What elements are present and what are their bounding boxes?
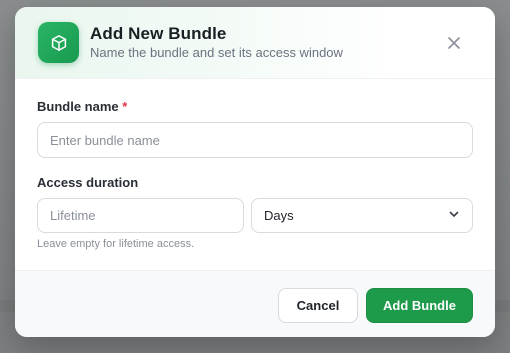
add-bundle-dialog: Add New Bundle Name the bundle and set i… — [15, 7, 495, 337]
bundle-name-label: Bundle name * — [37, 99, 127, 114]
dialog-title: Add New Bundle — [90, 24, 227, 43]
duration-unit-value: Days — [264, 208, 294, 223]
package-icon — [38, 22, 79, 63]
duration-unit-select[interactable]: Days — [251, 198, 473, 233]
required-marker: * — [122, 99, 128, 114]
access-duration-hint: Leave empty for lifetime access. — [37, 238, 195, 250]
access-duration-label: Access duration — [37, 175, 139, 190]
access-duration-input[interactable] — [37, 198, 244, 233]
dialog-header: Add New Bundle Name the bundle and set i… — [15, 7, 495, 79]
bundle-name-label-text: Bundle name — [37, 99, 119, 114]
cancel-button[interactable]: Cancel — [278, 288, 358, 323]
bundle-name-input[interactable] — [37, 122, 473, 158]
add-bundle-button[interactable]: Add Bundle — [366, 288, 473, 323]
dialog-subtitle: Name the bundle and set its access windo… — [90, 45, 343, 60]
chevron-down-icon — [448, 207, 460, 225]
close-icon[interactable] — [446, 35, 462, 51]
dialog-footer: Cancel Add Bundle — [15, 270, 495, 337]
